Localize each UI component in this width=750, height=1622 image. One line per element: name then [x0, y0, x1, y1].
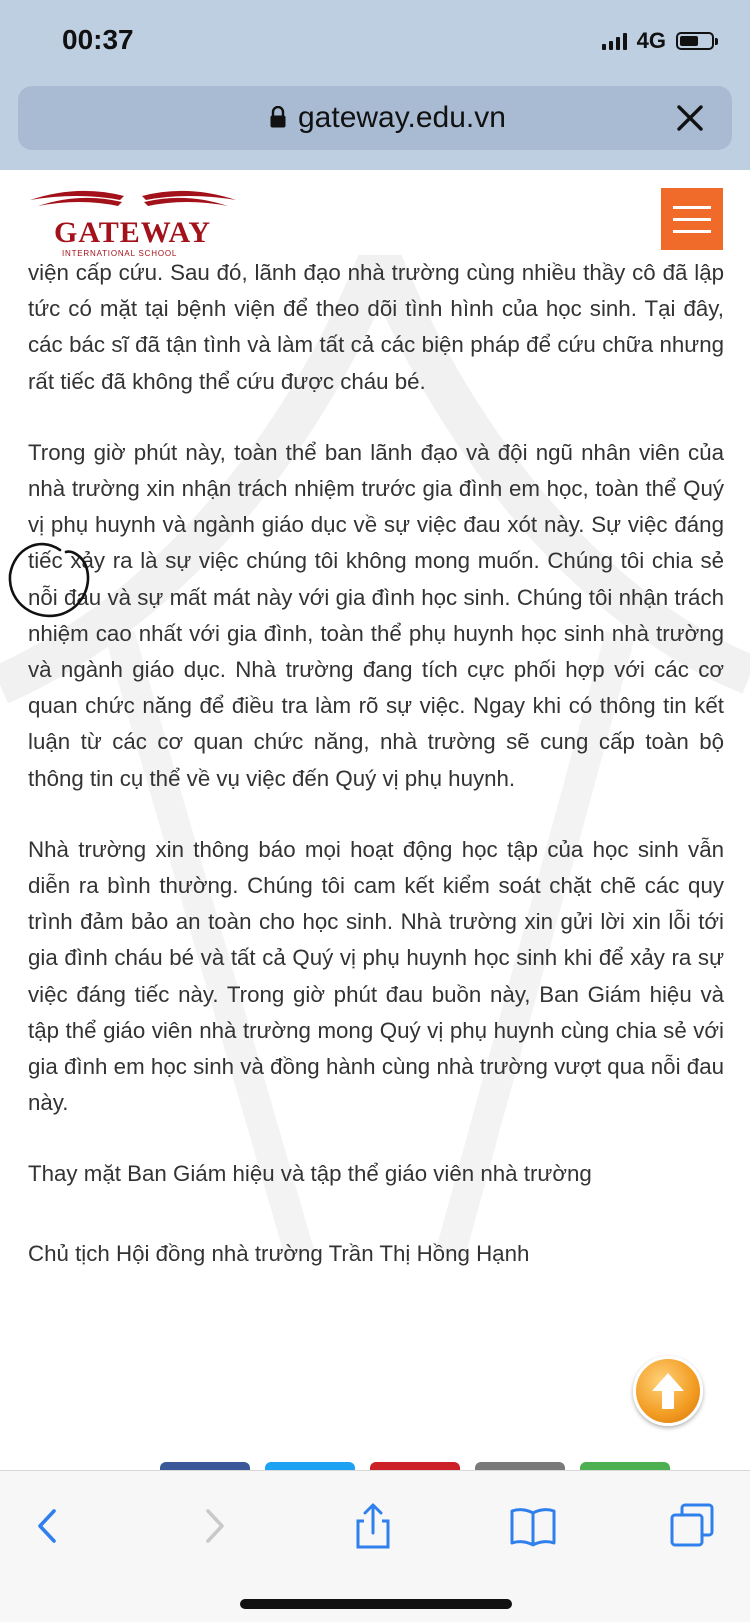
tabs-icon[interactable] — [668, 1501, 718, 1551]
share-icon[interactable] — [348, 1501, 398, 1551]
arrow-up-icon — [652, 1373, 684, 1409]
home-indicator[interactable] — [240, 1599, 512, 1609]
bookmarks-icon[interactable] — [508, 1501, 558, 1551]
scroll-to-top-button[interactable] — [633, 1356, 703, 1426]
forward-icon[interactable] — [188, 1501, 238, 1551]
back-icon[interactable] — [24, 1501, 74, 1551]
